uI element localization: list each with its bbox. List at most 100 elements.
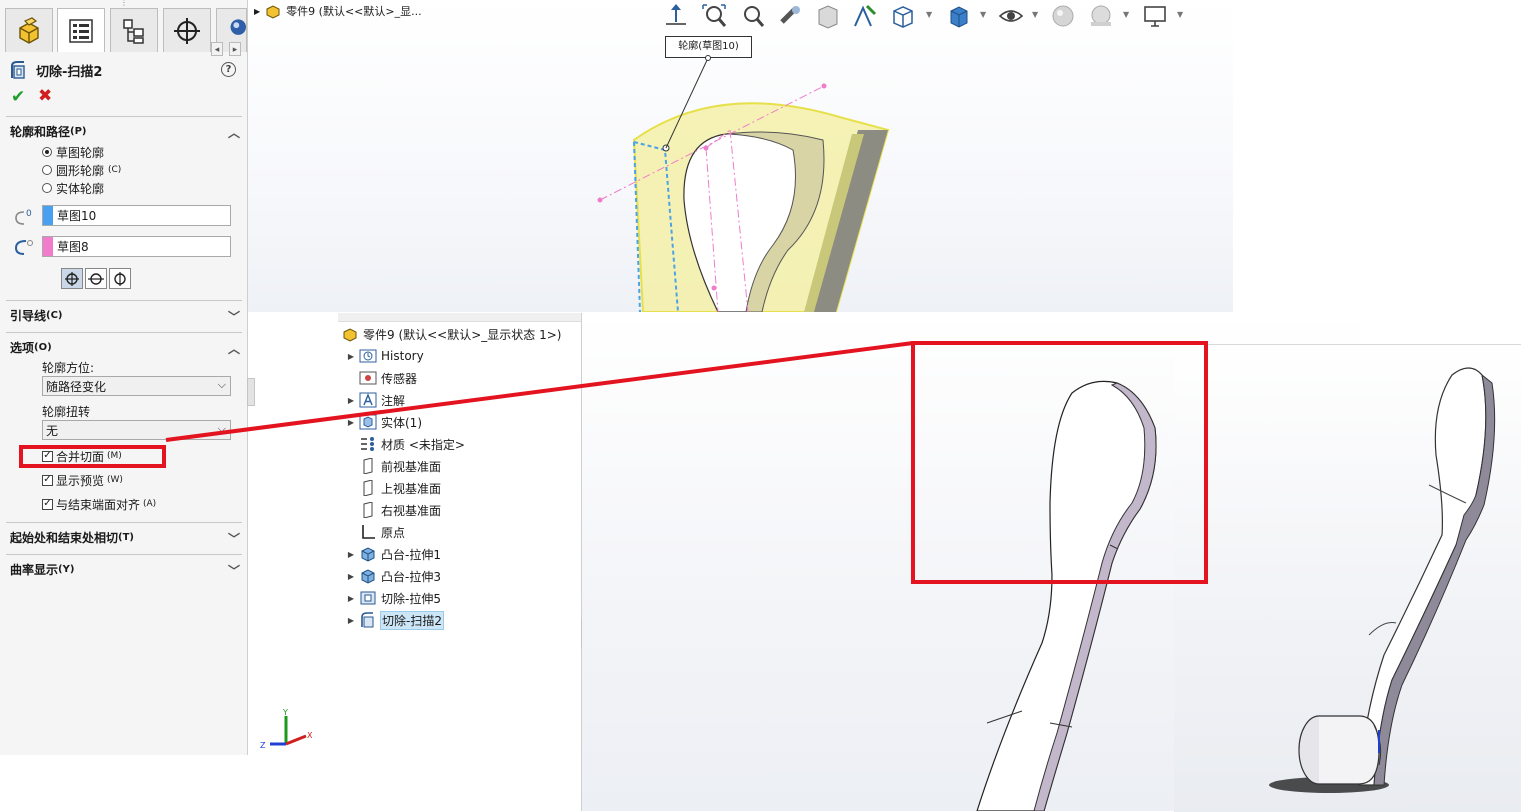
tree-item-material[interactable]: 材质 <未指定> xyxy=(344,434,465,454)
tree-item-label: 原点 xyxy=(381,525,406,540)
plane-icon xyxy=(358,501,378,519)
part-icon xyxy=(340,325,360,343)
align-vertical-icon xyxy=(114,271,126,286)
radio-solid-profile[interactable]: 实体轮廓 xyxy=(42,180,104,196)
expand-arrow-icon[interactable]: ▶ xyxy=(344,352,358,361)
tree-item-sensor[interactable]: 传感器 xyxy=(344,368,417,388)
tree-item-cut-extrude[interactable]: ▶ 切除-拉伸5 xyxy=(344,588,441,608)
align-horizontal-button[interactable] xyxy=(85,268,107,289)
feature-manager-tree: 零件9 (默认<<默认>_显示状态 1>) ▶ History 传感器 ▶ 注解 ▶ 实体(… xyxy=(338,313,582,811)
tree-item-label: 传感器 xyxy=(381,371,418,386)
chevron-up-icon: ︿ xyxy=(227,342,240,356)
tree-item-label: 实体(1) xyxy=(381,415,422,430)
tree-item-boss-extrude[interactable]: ▶ 凸台-拉伸1 xyxy=(344,544,441,564)
tree-item-label: 凸台-拉伸3 xyxy=(381,569,441,584)
tree-item-plane[interactable]: 前视基准面 xyxy=(344,456,441,476)
panel-top-grip[interactable]: ⋮ xyxy=(120,0,128,7)
align-vertical-button[interactable] xyxy=(109,268,131,289)
feature-title-row: 切除-扫描2 xyxy=(8,60,102,80)
origin-icon xyxy=(358,523,378,541)
expand-arrow-icon[interactable]: ▶ xyxy=(344,550,358,559)
section-divider xyxy=(6,300,242,301)
svg-text:0: 0 xyxy=(26,209,32,219)
checkbox-align-end-faces[interactable]: ✓ 与结束端面对齐 (A) xyxy=(42,496,156,512)
display-manager-icon xyxy=(230,18,246,35)
manager-tabs: ◂ ▸ xyxy=(0,8,247,56)
align-normal-button[interactable] xyxy=(61,268,83,289)
section-divider xyxy=(6,522,242,523)
tree-item-cut-sweep[interactable]: ▶ 切除-扫描2 xyxy=(344,610,444,630)
tree-item-plane[interactable]: 右视基准面 xyxy=(344,500,441,520)
tree-root-part[interactable]: 零件9 (默认<<默认>_显示状态 1>) xyxy=(340,324,561,344)
expand-arrow-icon[interactable]: ▶ xyxy=(344,594,358,603)
tree-item-history[interactable]: ▶ History xyxy=(344,346,424,366)
tree-item-label: 右视基准面 xyxy=(381,503,442,518)
cancel-button[interactable]: ✖ xyxy=(38,86,52,106)
panel-resize-handle[interactable] xyxy=(247,378,255,406)
sweep-preview-model[interactable] xyxy=(248,0,1233,312)
expand-arrow-icon[interactable]: ▶ xyxy=(344,418,358,427)
axis-triad: Y X Z xyxy=(260,708,313,750)
section-tangency-title: 起始处和结束处相切 xyxy=(10,530,119,545)
twist-dropdown[interactable]: 无 ⌵ xyxy=(42,420,231,440)
checkbox-box: ✓ xyxy=(42,498,53,510)
help-button[interactable]: ? xyxy=(221,62,236,77)
tree-item-label: 凸台-拉伸1 xyxy=(381,547,441,562)
profile-align-buttons xyxy=(61,268,131,289)
axis-y-label: Y xyxy=(282,708,288,717)
tab-feature-manager[interactable] xyxy=(5,8,53,52)
expand-arrow-icon[interactable]: ▶ xyxy=(344,616,358,625)
tab-scroll-left-button[interactable]: ◂ xyxy=(211,42,223,56)
section-tangency-header[interactable]: 起始处和结束处相切 (T) ﹀ xyxy=(10,527,242,547)
tree-item-label: 切除-拉伸5 xyxy=(381,591,441,606)
orientation-label: 轮廓方位: xyxy=(42,361,95,375)
section-options-title: 选项 xyxy=(10,340,35,355)
cut-extrude-icon xyxy=(358,589,378,607)
axis-x-label: X xyxy=(307,731,313,740)
radio-sketch-profile[interactable]: 草图轮廓 xyxy=(42,144,104,160)
tree-item-boss-extrude[interactable]: ▶ 凸台-拉伸3 xyxy=(344,566,441,586)
orientation-dropdown[interactable]: 随路径变化 ⌵ xyxy=(42,376,231,396)
section-options-header[interactable]: 选项 (O) ︿ xyxy=(10,337,242,357)
tree-item-plane[interactable]: 上视基准面 xyxy=(344,478,441,498)
tree-item-label: 上视基准面 xyxy=(381,481,442,496)
radio-dot xyxy=(42,183,52,193)
radio-dot xyxy=(42,165,52,175)
property-list-icon xyxy=(69,18,93,43)
section-curvature-title: 曲率显示 xyxy=(10,562,59,577)
tree-item-annotation[interactable]: ▶ 注解 xyxy=(344,390,405,410)
ok-button[interactable]: ✔ xyxy=(11,87,25,107)
highlight-box-model-region xyxy=(911,341,1208,584)
history-icon xyxy=(358,347,378,365)
tree-item-origin[interactable]: 原点 xyxy=(344,522,405,542)
graphics-viewport-top[interactable]: ▶ 零件9 (默认<<默认>_显... ▼ ▼ ▼ ▼ ▼ 轮廓(草图10) xyxy=(248,0,1233,312)
radio-circular-profile[interactable]: 圆形轮廓 (C) xyxy=(42,162,121,178)
tab-property-manager[interactable] xyxy=(57,8,105,52)
tree-item-solid-bodies[interactable]: ▶ 实体(1) xyxy=(344,412,422,432)
chevron-down-icon: ﹀ xyxy=(227,532,240,546)
tab-dimxpert-manager[interactable] xyxy=(163,8,211,52)
feature-title: 切除-扫描2 xyxy=(36,64,103,80)
section-divider xyxy=(6,554,242,555)
profile-color-swatch xyxy=(43,206,53,225)
path-selection-box[interactable]: 草图8 xyxy=(42,236,231,257)
radio-dot xyxy=(42,147,52,157)
profile-icon: 0 xyxy=(15,209,32,225)
checkbox-show-preview[interactable]: ✓ 显示预览 (W) xyxy=(42,472,123,488)
section-curvature-header[interactable]: 曲率显示 (Y) ﹀ xyxy=(10,559,242,579)
material-icon xyxy=(358,435,378,453)
section-guide-curves-header[interactable]: 引导线 (C) ﹀ xyxy=(10,305,242,325)
profile-selection-box[interactable]: 草图10 xyxy=(42,205,231,226)
expand-arrow-icon[interactable]: ▶ xyxy=(344,396,358,405)
chevron-down-icon: ⌵ xyxy=(217,422,226,435)
expand-arrow-icon[interactable]: ▶ xyxy=(344,572,358,581)
cut-sweep-icon xyxy=(358,611,378,629)
section-profile-path-header[interactable]: 轮廓和路径 (P) ︿ xyxy=(10,121,242,141)
align-horizontal-icon xyxy=(88,272,104,285)
property-manager-panel: ⋮ ◂ ▸ 切除-扫描2 ? ✔ ✖ 轮廓和路径 (P) ︿ 草图轮廓 圆形轮廓(… xyxy=(0,0,313,755)
section-guide-curves-title: 引导线 xyxy=(10,308,47,323)
reference-part-model[interactable] xyxy=(1174,345,1521,812)
graphics-viewport-reference[interactable] xyxy=(1174,344,1521,812)
tab-configuration-manager[interactable] xyxy=(110,8,158,52)
tab-scroll-right-button[interactable]: ▸ xyxy=(229,42,241,56)
